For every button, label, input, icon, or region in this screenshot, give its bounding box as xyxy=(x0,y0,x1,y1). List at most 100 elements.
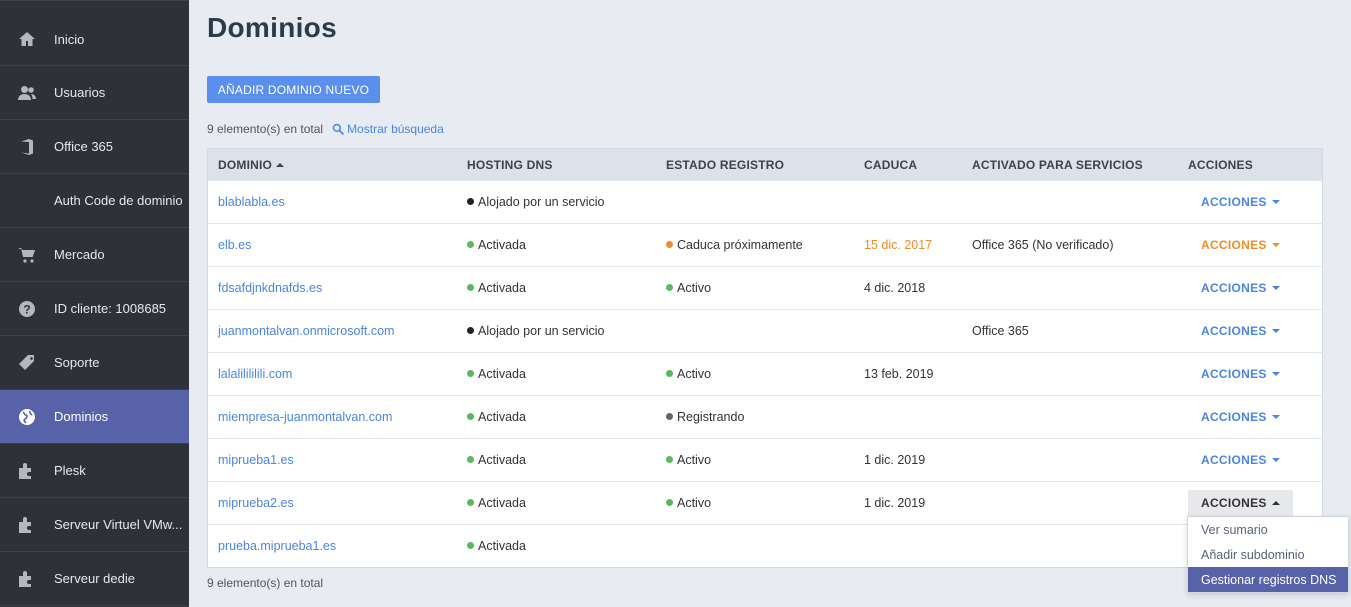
status-dot xyxy=(666,456,673,463)
hosting-dns-status: Activada xyxy=(467,496,526,510)
actions-button[interactable]: ACCIONES xyxy=(1188,490,1293,516)
sidebar-item-label: Soporte xyxy=(54,355,100,370)
page-title: Dominios xyxy=(207,12,337,43)
sidebar-item-id-cliente-1008685[interactable]: ? ID cliente: 1008685 xyxy=(0,282,189,336)
table-row: miprueba1.es Activada Activo 1 dic. 2019 ACC… xyxy=(208,438,1322,481)
domain-link[interactable]: juanmontalvan.onmicrosoft.com xyxy=(218,324,394,338)
header-caduca: CADUCA xyxy=(864,157,918,172)
domain-link[interactable]: miempresa-juanmontalvan.com xyxy=(218,410,392,424)
dropdown-item-add-subdomain[interactable]: Añadir subdominio xyxy=(1188,542,1348,567)
registry-status: Registrando xyxy=(666,410,744,424)
header-dominio-label: DOMINIO xyxy=(218,157,273,172)
sidebar-item-label: Office 365 xyxy=(54,139,114,154)
users-icon xyxy=(0,83,54,103)
caret-down-icon xyxy=(1271,329,1280,333)
sidebar-item-label: ID cliente: 1008685 xyxy=(54,301,167,316)
status-dot xyxy=(666,241,673,248)
search-icon xyxy=(332,123,344,135)
table-row: lalalilililili.com Activada Activo 13 feb. … xyxy=(208,352,1322,395)
actions-label: ACCIONES xyxy=(1201,496,1267,510)
dropdown-item-manage-dns[interactable]: Gestionar registros DNS xyxy=(1188,567,1348,592)
globe-icon xyxy=(0,407,54,427)
sidebar-item-mercado[interactable]: Mercado xyxy=(0,228,189,282)
sidebar-item-serveur-virtuel-vmw[interactable]: Serveur Virtuel VMw... xyxy=(0,498,189,552)
registry-status: Activo xyxy=(666,367,711,381)
sidebar-item-office-365[interactable]: Office 365 xyxy=(0,120,189,174)
status-dot xyxy=(467,499,474,506)
sidebar-item-auth-code-de-dominio[interactable]: Auth Code de dominio xyxy=(0,174,189,228)
actions-button[interactable]: ACCIONES xyxy=(1201,410,1280,424)
expiry-date: 1 dic. 2019 xyxy=(864,453,926,467)
caret-down-icon xyxy=(1271,415,1280,419)
actions-button[interactable]: ACCIONES xyxy=(1201,453,1280,467)
puzzle-icon xyxy=(0,515,54,535)
svg-text:?: ? xyxy=(23,302,30,316)
sidebar-item-usuarios[interactable]: Usuarios xyxy=(0,66,189,120)
show-search-link[interactable]: Mostrar búsqueda xyxy=(332,122,444,136)
table-row: prueba.miprueba1.es Activada xyxy=(208,524,1322,567)
header-estado-registro: ESTADO REGISTRO xyxy=(666,157,785,172)
status-dot xyxy=(467,456,474,463)
sidebar-item-soporte[interactable]: Soporte xyxy=(0,336,189,390)
caret-down-icon xyxy=(1271,286,1280,290)
caret-down-icon xyxy=(1271,243,1280,247)
table-row: juanmontalvan.onmicrosoft.com Alojado por… xyxy=(208,309,1322,352)
table-row: blablabla.es Alojado por un servicio ACCIO… xyxy=(208,180,1322,223)
caret-up-icon xyxy=(1271,501,1280,505)
caret-down-icon xyxy=(1271,372,1280,376)
enabled-services: Office 365 xyxy=(972,324,1029,338)
count-summary-bottom: 9 elemento(s) en total xyxy=(207,576,324,590)
show-search-label: Mostrar búsqueda xyxy=(347,122,444,136)
actions-label: ACCIONES xyxy=(1201,195,1267,209)
dropdown-item-view-summary[interactable]: Ver sumario xyxy=(1188,517,1348,542)
header-hosting-dns: HOSTING DNS xyxy=(467,157,553,172)
status-dot xyxy=(467,327,474,334)
sidebar-item-label: Serveur dedie xyxy=(54,571,135,586)
domain-link[interactable]: blablabla.es xyxy=(218,195,285,209)
actions-button[interactable]: ACCIONES xyxy=(1201,367,1280,381)
hosting-dns-status: Alojado por un servicio xyxy=(467,195,604,209)
status-dot xyxy=(467,241,474,248)
table-header: DOMINIO HOSTING DNS ESTADO REGISTRO CADU… xyxy=(208,149,1322,180)
actions-dropdown-menu: Ver sumario Añadir subdominio Gestionar re… xyxy=(1187,516,1349,593)
registry-status-label: Activo xyxy=(677,367,712,381)
enabled-services: Office 365 (No verificado) xyxy=(972,238,1114,252)
count-summary-top: 9 elemento(s) en total Mostrar búsqueda xyxy=(207,122,444,136)
header-dominio[interactable]: DOMINIO xyxy=(218,157,285,172)
domain-link[interactable]: lalalilililili.com xyxy=(218,367,292,381)
sidebar-item-label: Inicio xyxy=(54,31,85,47)
table-row: fdsafdjnkdnafds.es Activada Activo 4 dic. 2… xyxy=(208,266,1322,309)
sidebar-item-serveur-dedie[interactable]: Serveur dedie xyxy=(0,552,189,606)
help-icon: ? xyxy=(0,299,54,319)
sidebar-item-plesk[interactable]: Plesk xyxy=(0,444,189,498)
puzzle-icon xyxy=(0,569,54,589)
registry-status-label: Registrando xyxy=(677,410,745,424)
expiry-date: 13 feb. 2019 xyxy=(864,367,934,381)
registry-status-label: Activo xyxy=(677,453,712,467)
sidebar-item-label: Usuarios xyxy=(54,85,106,100)
hosting-dns-label: Activada xyxy=(478,496,526,510)
domain-link[interactable]: elb.es xyxy=(218,238,251,252)
table-row: elb.es Activada Caduca próximamente 15 dic.… xyxy=(208,223,1322,266)
actions-button[interactable]: ACCIONES xyxy=(1201,324,1280,338)
registry-status: Activo xyxy=(666,496,711,510)
hosting-dns-label: Alojado por un servicio xyxy=(478,324,605,338)
actions-label: ACCIONES xyxy=(1201,324,1267,338)
add-domain-button[interactable]: AÑADIR DOMINIO NUEVO xyxy=(207,76,380,103)
domain-link[interactable]: miprueba2.es xyxy=(218,496,294,510)
hosting-dns-label: Activada xyxy=(478,238,526,252)
actions-label: ACCIONES xyxy=(1201,238,1267,252)
status-dot xyxy=(467,370,474,377)
actions-button[interactable]: ACCIONES xyxy=(1201,281,1280,295)
sidebar-item-inicio[interactable]: Inicio xyxy=(0,0,189,66)
actions-button[interactable]: ACCIONES xyxy=(1201,195,1280,209)
domain-link[interactable]: prueba.miprueba1.es xyxy=(218,539,336,553)
sidebar: Inicio Usuarios Office 365 Auth Code de dom… xyxy=(0,0,189,607)
status-dot xyxy=(467,284,474,291)
actions-button[interactable]: ACCIONES xyxy=(1201,238,1280,252)
sidebar-item-dominios[interactable]: Dominios xyxy=(0,390,189,444)
actions-label: ACCIONES xyxy=(1201,281,1267,295)
domain-link[interactable]: miprueba1.es xyxy=(218,453,294,467)
domain-link[interactable]: fdsafdjnkdnafds.es xyxy=(218,281,322,295)
table-row: miempresa-juanmontalvan.com Activada Regis… xyxy=(208,395,1322,438)
